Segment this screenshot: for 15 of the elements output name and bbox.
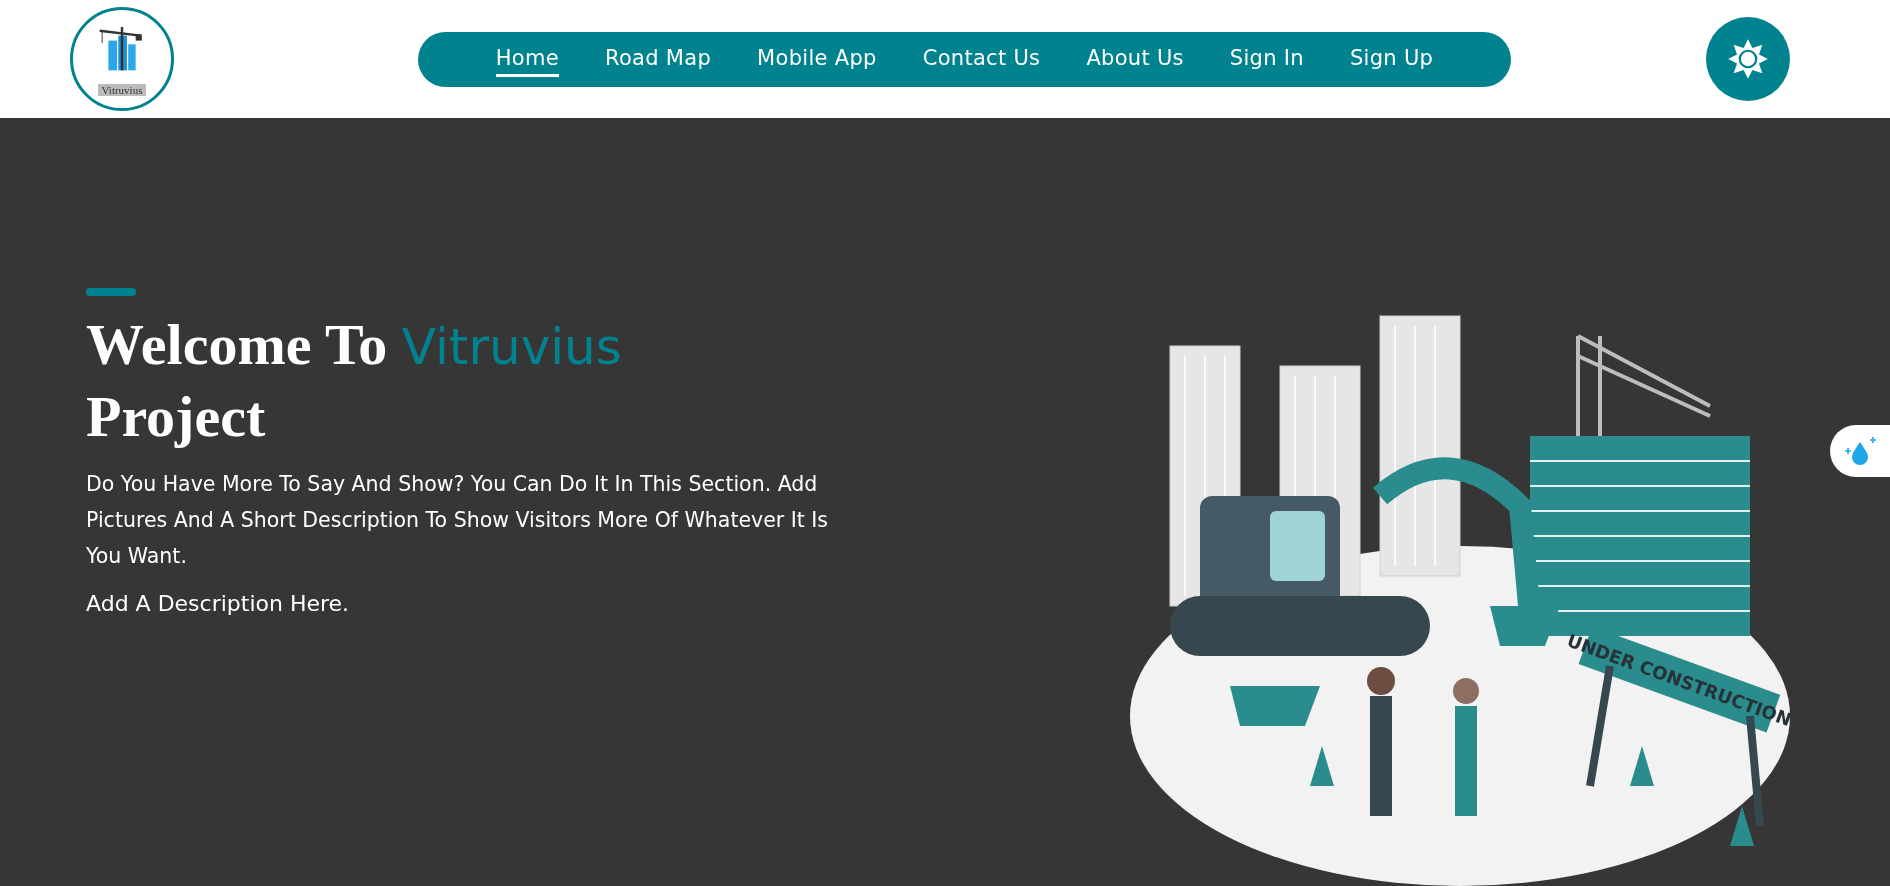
accent-bar: [86, 288, 136, 296]
nav-link[interactable]: About Us: [1086, 41, 1184, 77]
nav-link[interactable]: Sign Up: [1349, 41, 1434, 77]
sun-icon: [1726, 37, 1770, 81]
hero-paragraph: Do You Have More To Say And Show? You Can Do It In This Section. Add Pictures And A Short Description To Show Visitors More Of Whatever It Is You Want.: [86, 471, 830, 570]
logo-text: Vitruvius: [97, 84, 147, 96]
hero-paragraph: Add A Description Here.: [86, 590, 351, 618]
nav-link[interactable]: Mobile App: [757, 41, 877, 77]
nav-link[interactable]: Sign In: [1229, 41, 1304, 77]
side-tab-button[interactable]: [1830, 425, 1890, 477]
nav-link[interactable]: Road Map: [605, 41, 712, 77]
nav-link[interactable]: Home: [495, 41, 559, 77]
logo[interactable]: Vitruvius: [70, 7, 174, 111]
hero-title: Welcome To Vitruvius Project: [86, 311, 623, 451]
nav-link[interactable]: Contact Us: [922, 41, 1041, 77]
